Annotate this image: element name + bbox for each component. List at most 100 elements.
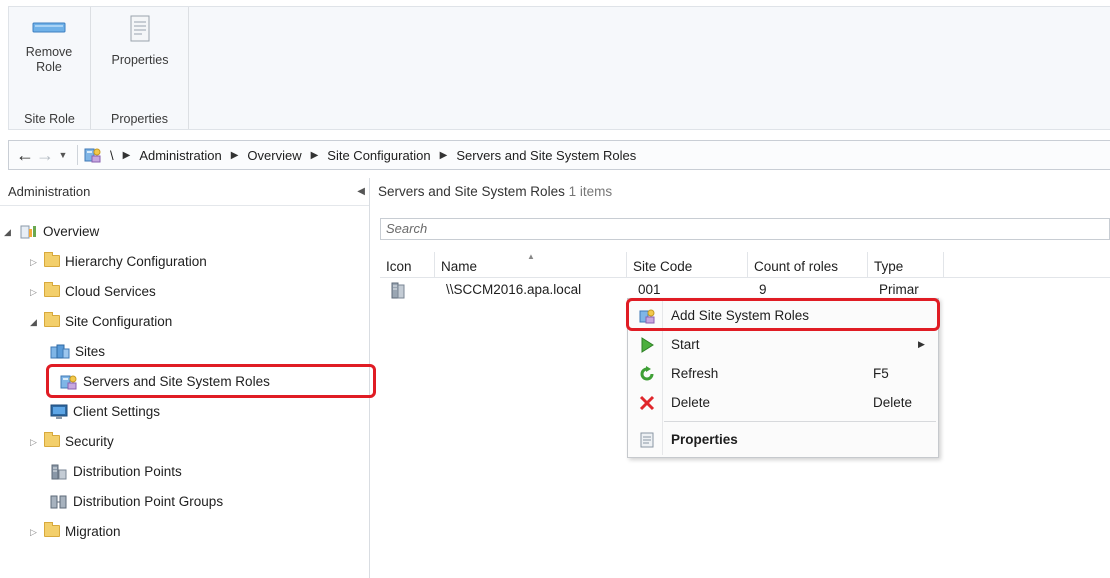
column-label: Name [441, 259, 478, 274]
address-bar: ← → ▼ \ ▶ Administration ▶ Overview ▶ Si… [8, 140, 1110, 170]
menu-label: Refresh [671, 366, 719, 381]
tree-label: Security [65, 434, 114, 449]
context-menu: Add Site System Roles Start ▶ Refresh F5… [627, 298, 939, 458]
tree-item-site-configuration[interactable]: Site Configuration [44, 310, 172, 334]
navigation-pane: Administration ◀ ◢ Overview ▷ Hierarchy … [0, 178, 370, 578]
tree-collapsed-icon[interactable]: ▷ [30, 430, 37, 454]
overview-icon [20, 225, 36, 239]
tree-collapsed-icon[interactable]: ▷ [30, 280, 37, 304]
menu-item-properties[interactable]: Properties [629, 425, 937, 454]
history-dropdown-icon[interactable]: ▼ [55, 150, 71, 160]
breadcrumb-separator-icon[interactable]: ▶ [123, 150, 131, 161]
navigation-pane-header: Administration ◀ [0, 178, 369, 206]
server-roles-icon [84, 148, 101, 163]
menu-label: Properties [671, 432, 738, 447]
tree-collapsed-icon[interactable]: ▷ [30, 520, 37, 544]
column-header-count-of-roles[interactable]: Count of roles [748, 252, 868, 278]
remove-role-label-2: Role [36, 60, 62, 74]
collapse-pane-icon[interactable]: ◀ [357, 178, 365, 206]
menu-shortcut: F5 [873, 366, 889, 381]
results-title: Servers and Site System Roles [378, 184, 565, 199]
menu-item-refresh[interactable]: Refresh F5 [629, 359, 937, 388]
remove-role-button[interactable]: Remove Role [9, 15, 89, 75]
column-header-site-code[interactable]: Site Code [627, 252, 748, 278]
properties-icon [130, 15, 150, 42]
submenu-arrow-icon: ▶ [918, 339, 925, 349]
remove-role-label-1: Remove [25, 45, 73, 59]
properties-ribbon-label: Properties [111, 53, 169, 67]
menu-separator [664, 421, 936, 422]
tree-label: Client Settings [73, 404, 161, 419]
ribbon-group-site-role: Remove Role Site Role [9, 7, 91, 129]
tree-item-security[interactable]: Security [44, 430, 114, 454]
tree-label: Hierarchy Configuration [65, 254, 207, 269]
menu-shortcut: Delete [873, 395, 913, 410]
tree-label: Site Configuration [65, 314, 173, 329]
add-roles-icon [639, 309, 655, 324]
column-header-type[interactable]: Type [868, 252, 944, 278]
delete-icon [639, 395, 655, 411]
tree-label: Distribution Points [73, 464, 182, 479]
breadcrumb-administration[interactable]: Administration [139, 148, 221, 163]
breadcrumb-servers-and-site-system-roles[interactable]: Servers and Site System Roles [456, 148, 636, 163]
column-header-name[interactable]: Name ▲ [435, 252, 627, 278]
tree-expanded-icon[interactable]: ◢ [30, 310, 37, 334]
breadcrumb-separator-icon[interactable]: ▶ [311, 150, 319, 161]
ribbon-group-label-properties: Properties [111, 112, 168, 126]
column-header-row: Icon Name ▲ Site Code Count of roles Typ… [380, 252, 1110, 278]
tree-item-migration[interactable]: Migration [44, 520, 121, 544]
menu-item-delete[interactable]: Delete Delete [629, 388, 937, 417]
ribbon: Remove Role Site Role Properties Propert… [8, 6, 1110, 130]
tree-label: Migration [65, 524, 121, 539]
row-name-cell: \\SCCM2016.apa.local [446, 282, 582, 297]
tree-item-distribution-points[interactable]: Distribution Points [50, 460, 182, 484]
menu-label: Start [671, 337, 700, 352]
refresh-icon [640, 366, 654, 381]
tree-item-hierarchy-configuration[interactable]: Hierarchy Configuration [44, 250, 207, 274]
forward-arrow-icon[interactable]: → [35, 145, 55, 166]
distribution-group-icon [50, 495, 67, 509]
tree-label: Distribution Point Groups [73, 494, 224, 509]
results-count: 1 items [568, 184, 613, 199]
menu-item-add-site-system-roles[interactable]: Add Site System Roles [629, 301, 937, 330]
menu-item-start[interactable]: Start ▶ [629, 330, 937, 359]
server-roles-icon [60, 375, 77, 390]
breadcrumb-root[interactable]: \ [110, 148, 114, 163]
tree-expanded-icon[interactable]: ◢ [4, 220, 11, 244]
properties-ribbon-button[interactable]: Properties [91, 9, 189, 68]
breadcrumb-overview[interactable]: Overview [247, 148, 301, 163]
tree-item-overview[interactable]: Overview [20, 220, 99, 244]
sort-ascending-icon: ▲ [527, 252, 535, 261]
folder-icon [44, 252, 60, 268]
distribution-point-icon [51, 464, 67, 480]
tree-label: Cloud Services [65, 284, 156, 299]
ribbon-group-label-site-role: Site Role [24, 112, 75, 126]
folder-icon [44, 312, 60, 328]
tree-label: Sites [75, 344, 106, 359]
tree-item-servers-and-site-system-roles[interactable]: Servers and Site System Roles [60, 370, 270, 394]
search-input[interactable]: Search [380, 218, 1110, 240]
menu-label: Add Site System Roles [671, 308, 810, 323]
breadcrumb-separator-icon[interactable]: ▶ [231, 150, 239, 161]
results-pane-header: Servers and Site System Roles 1 items [372, 178, 1110, 206]
sites-icon [50, 344, 70, 359]
folder-icon [44, 522, 60, 538]
menu-label: Delete [671, 395, 711, 410]
column-header-icon[interactable]: Icon [380, 252, 435, 278]
breadcrumb-site-configuration[interactable]: Site Configuration [327, 148, 430, 163]
tree-label: Overview [43, 224, 100, 239]
back-arrow-icon[interactable]: ← [15, 145, 35, 166]
tree-item-client-settings[interactable]: Client Settings [50, 400, 160, 424]
folder-icon [44, 432, 60, 448]
workspace-title: Administration [8, 184, 91, 199]
tree-item-sites[interactable]: Sites [50, 340, 105, 364]
start-icon [641, 337, 654, 353]
address-divider [77, 145, 78, 165]
tree-collapsed-icon[interactable]: ▷ [30, 250, 37, 274]
client-settings-icon [50, 404, 68, 420]
breadcrumb-separator-icon[interactable]: ▶ [440, 150, 448, 161]
server-icon [391, 282, 405, 299]
tree-item-cloud-services[interactable]: Cloud Services [44, 280, 156, 304]
tree-item-distribution-point-groups[interactable]: Distribution Point Groups [50, 490, 223, 514]
tree-label: Servers and Site System Roles [83, 374, 270, 389]
